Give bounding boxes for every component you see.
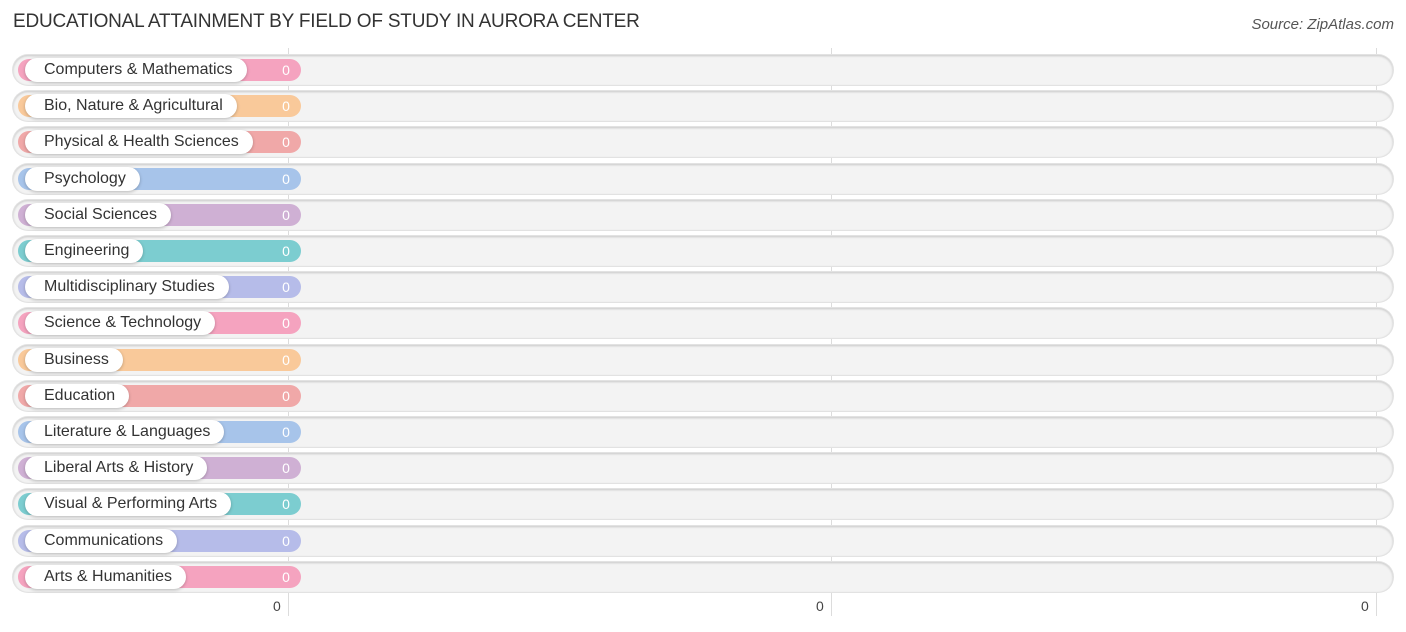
value-label: 0 <box>282 279 290 295</box>
bar-row: Visual & Performing Arts 0 <box>13 489 1393 519</box>
bar-row: Psychology 0 <box>13 164 1393 194</box>
value-label: 0 <box>282 243 290 259</box>
value-label: 0 <box>282 533 290 549</box>
value-label: 0 <box>282 388 290 404</box>
bar-row: Computers & Mathematics 0 <box>13 55 1393 85</box>
source-credit: Source: ZipAtlas.com <box>1251 16 1394 33</box>
bar-row: Education 0 <box>13 381 1393 411</box>
category-label: Arts & Humanities <box>25 565 187 589</box>
value-label: 0 <box>282 315 290 331</box>
category-label: Science & Technology <box>25 311 216 335</box>
category-label: Communications <box>25 529 178 553</box>
value-label: 0 <box>282 460 290 476</box>
bar-row: Literature & Languages 0 <box>13 417 1393 447</box>
chart-title: EDUCATIONAL ATTAINMENT BY FIELD OF STUDY… <box>13 11 640 32</box>
bar-row: Multidisciplinary Studies 0 <box>13 272 1393 302</box>
category-label: Engineering <box>25 239 144 263</box>
bar-row: Engineering 0 <box>13 236 1393 266</box>
bar-row: Business 0 <box>13 345 1393 375</box>
category-label: Liberal Arts & History <box>25 456 208 480</box>
value-label: 0 <box>282 171 290 187</box>
x-tick-label: 0 <box>1361 598 1369 614</box>
value-label: 0 <box>282 352 290 368</box>
bar-row: Science & Technology 0 <box>13 308 1393 338</box>
value-label: 0 <box>282 496 290 512</box>
category-label: Bio, Nature & Agricultural <box>25 94 237 118</box>
bar-row: Physical & Health Sciences 0 <box>13 127 1393 157</box>
bar-row: Communications 0 <box>13 526 1393 556</box>
bar-row: Bio, Nature & Agricultural 0 <box>13 91 1393 121</box>
category-label: Literature & Languages <box>25 420 225 444</box>
category-label: Social Sciences <box>25 203 171 227</box>
category-label: Visual & Performing Arts <box>25 492 232 516</box>
x-tick-label: 0 <box>273 598 281 614</box>
category-label: Business <box>25 348 123 372</box>
bar-row: Liberal Arts & History 0 <box>13 453 1393 483</box>
bar-row: Social Sciences 0 <box>13 200 1393 230</box>
category-label: Physical & Health Sciences <box>25 130 253 154</box>
value-label: 0 <box>282 98 290 114</box>
value-label: 0 <box>282 569 290 585</box>
category-label: Multidisciplinary Studies <box>25 275 229 299</box>
category-label: Computers & Mathematics <box>25 58 247 82</box>
category-label: Education <box>25 384 130 408</box>
value-label: 0 <box>282 207 290 223</box>
value-label: 0 <box>282 134 290 150</box>
value-label: 0 <box>282 424 290 440</box>
x-tick-label: 0 <box>816 598 824 614</box>
category-label: Psychology <box>25 167 140 191</box>
bar-row: Arts & Humanities 0 <box>13 562 1393 592</box>
value-label: 0 <box>282 62 290 78</box>
